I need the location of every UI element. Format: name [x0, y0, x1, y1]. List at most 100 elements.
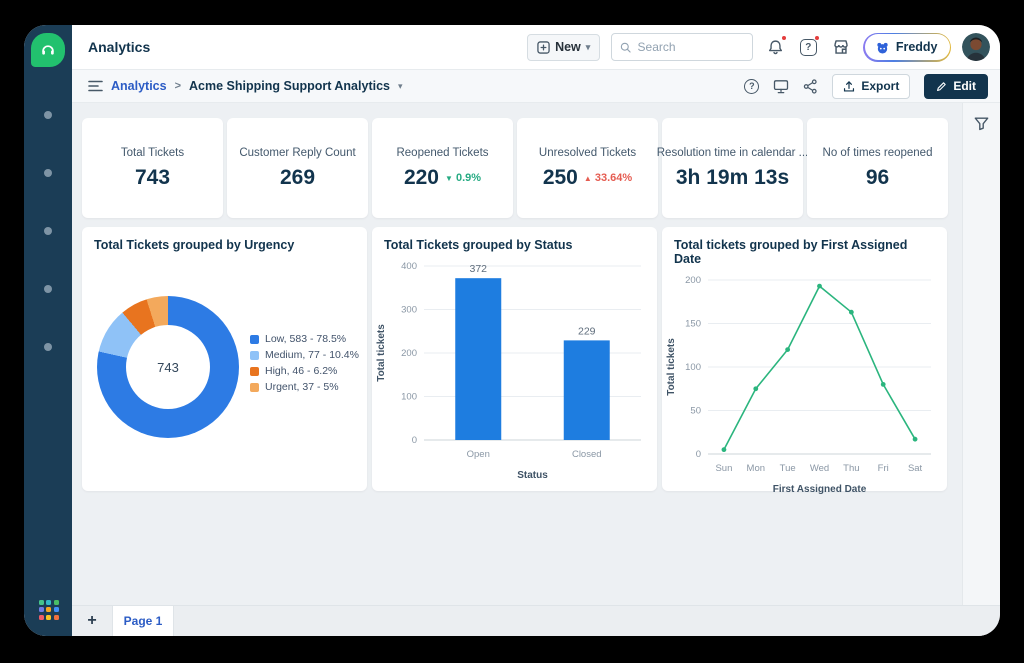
kpi-label: Reopened Tickets — [396, 147, 488, 159]
share-icon[interactable] — [803, 79, 818, 94]
chevron-down-icon: ▾ — [586, 42, 591, 53]
kpi-times-reopened[interactable]: No of times reopened 96 — [807, 118, 948, 218]
app-window: Analytics New ▾ — [24, 25, 1000, 636]
status-bar-chart[interactable]: 0100200300400OpenClosedStatusTotal ticke… — [372, 252, 657, 484]
user-avatar[interactable] — [962, 33, 990, 61]
svg-text:400: 400 — [401, 261, 417, 272]
sidebar-nav-item-2[interactable] — [44, 169, 52, 177]
svg-text:Sun: Sun — [715, 463, 732, 474]
sidebar-nav — [24, 111, 72, 401]
report-list-icon[interactable] — [88, 80, 103, 92]
app-switcher-icon[interactable] — [39, 600, 59, 620]
search-box[interactable] — [611, 33, 753, 61]
export-label: Export — [861, 79, 899, 93]
donut-center-label: 743 — [126, 325, 210, 409]
marketplace-store-icon[interactable] — [830, 36, 852, 58]
kpi-total-tickets[interactable]: Total Tickets 743 — [82, 118, 223, 218]
pencil-icon — [936, 81, 947, 92]
kpi-label: Resolution time in calendar ... — [657, 147, 809, 159]
svg-text:Status: Status — [517, 470, 548, 481]
new-button-label: New — [555, 40, 581, 54]
urgency-donut-card[interactable]: Total Tickets grouped by Urgency 743 Low… — [82, 227, 367, 491]
legend-item-high[interactable]: High, 46 - 6.2% — [250, 363, 359, 379]
trend-badge-up: ▲ 33.64% — [584, 172, 632, 184]
export-button[interactable]: Export — [832, 74, 910, 99]
sidebar-nav-item-5[interactable] — [44, 343, 52, 351]
chart-title: Total Tickets grouped by Status — [372, 227, 657, 252]
kpi-value: 220 — [404, 166, 439, 190]
svg-text:Closed: Closed — [572, 449, 602, 460]
svg-text:0: 0 — [412, 435, 417, 446]
kpi-label: Unresolved Tickets — [539, 147, 636, 159]
status-bar-chart-card[interactable]: Total Tickets grouped by Status 01002003… — [372, 227, 657, 491]
svg-text:Wed: Wed — [810, 463, 829, 474]
chart-title: Total tickets grouped by First Assigned … — [662, 227, 947, 266]
filter-rail — [962, 103, 1000, 605]
legend-swatch — [250, 351, 259, 360]
breadcrumb-report-title: Acme Shipping Support Analytics — [189, 79, 390, 93]
kpi-label: Customer Reply Count — [239, 147, 355, 159]
breadcrumb-bar: Analytics > Acme Shipping Support Analyt… — [72, 70, 1000, 103]
assigned-date-line-chart[interactable]: 050100150200SunMonTueWedThuFriSatFirst A… — [662, 266, 947, 498]
pages-bar: + Page 1 — [72, 605, 1000, 636]
kpi-label: Total Tickets — [121, 147, 184, 159]
svg-text:100: 100 — [685, 362, 701, 373]
trend-badge-down: ▼ 0.9% — [445, 172, 481, 184]
sidebar-nav-item-4[interactable] — [44, 285, 52, 293]
charts-row: Total Tickets grouped by Urgency 743 Low… — [82, 227, 947, 491]
freddy-button[interactable]: Freddy — [863, 33, 951, 62]
urgency-donut[interactable]: 743 — [97, 296, 239, 438]
page-title: Analytics — [88, 39, 150, 55]
legend-swatch — [250, 383, 259, 392]
legend-item-medium[interactable]: Medium, 77 - 10.4% — [250, 347, 359, 363]
presentation-mode-icon[interactable] — [773, 79, 789, 94]
legend-swatch — [250, 335, 259, 344]
svg-text:Total tickets: Total tickets — [666, 338, 677, 396]
sidebar-nav-item-1[interactable] — [44, 111, 52, 119]
kpi-reopened-tickets[interactable]: Reopened Tickets 220 ▼ 0.9% — [372, 118, 513, 218]
svg-text:229: 229 — [578, 325, 596, 337]
trend-down-icon: ▼ — [445, 174, 453, 183]
svg-text:200: 200 — [401, 348, 417, 359]
svg-text:Tue: Tue — [780, 463, 796, 474]
sidebar-nav-item-3[interactable] — [44, 227, 52, 235]
assigned-date-line-chart-card[interactable]: Total tickets grouped by First Assigned … — [662, 227, 947, 491]
help-badge — [814, 35, 820, 41]
kpi-row: Total Tickets 743 Customer Reply Count 2… — [82, 118, 948, 218]
donut-legend: Low, 583 - 78.5% Medium, 77 - 10.4% High… — [250, 331, 359, 395]
breadcrumb-analytics-link[interactable]: Analytics — [111, 79, 167, 93]
kpi-resolution-time[interactable]: Resolution time in calendar ... 3h 19m 1… — [662, 118, 803, 218]
edit-label: Edit — [953, 79, 976, 93]
report-caret-icon[interactable]: ▾ — [398, 81, 403, 92]
help-question-glyph: ? — [800, 39, 817, 56]
legend-swatch — [250, 367, 259, 376]
edit-button[interactable]: Edit — [924, 74, 988, 99]
kpi-customer-reply-count[interactable]: Customer Reply Count 269 — [227, 118, 368, 218]
kpi-value: 269 — [280, 166, 315, 190]
svg-text:First Assigned Date: First Assigned Date — [773, 484, 867, 495]
filter-funnel-icon[interactable] — [973, 115, 990, 132]
legend-item-urgent[interactable]: Urgent, 37 - 5% — [250, 379, 359, 395]
legend-item-low[interactable]: Low, 583 - 78.5% — [250, 331, 359, 347]
freshdesk-logo-icon[interactable] — [31, 33, 65, 67]
svg-text:Thu: Thu — [843, 463, 859, 474]
new-button[interactable]: New ▾ — [527, 34, 600, 61]
chart-title: Total Tickets grouped by Urgency — [82, 227, 367, 252]
add-page-button[interactable]: + — [72, 606, 112, 636]
svg-text:Sat: Sat — [908, 463, 923, 474]
kpi-value: 3h 19m 13s — [676, 166, 789, 190]
kpi-unresolved-tickets[interactable]: Unresolved Tickets 250 ▲ 33.64% — [517, 118, 658, 218]
svg-text:200: 200 — [685, 275, 701, 286]
svg-text:372: 372 — [469, 263, 487, 275]
export-upload-icon — [843, 80, 855, 93]
help-icon[interactable]: ? — [797, 36, 819, 58]
tab-page-1[interactable]: Page 1 — [112, 606, 174, 636]
freddy-bot-icon — [875, 40, 890, 55]
kpi-value: 743 — [135, 166, 170, 190]
report-info-icon[interactable]: ? — [744, 79, 759, 94]
kpi-value: 96 — [866, 166, 889, 190]
sidebar — [24, 25, 72, 636]
search-input[interactable] — [638, 40, 745, 54]
svg-text:0: 0 — [696, 449, 701, 460]
notifications-bell-icon[interactable] — [764, 36, 786, 58]
